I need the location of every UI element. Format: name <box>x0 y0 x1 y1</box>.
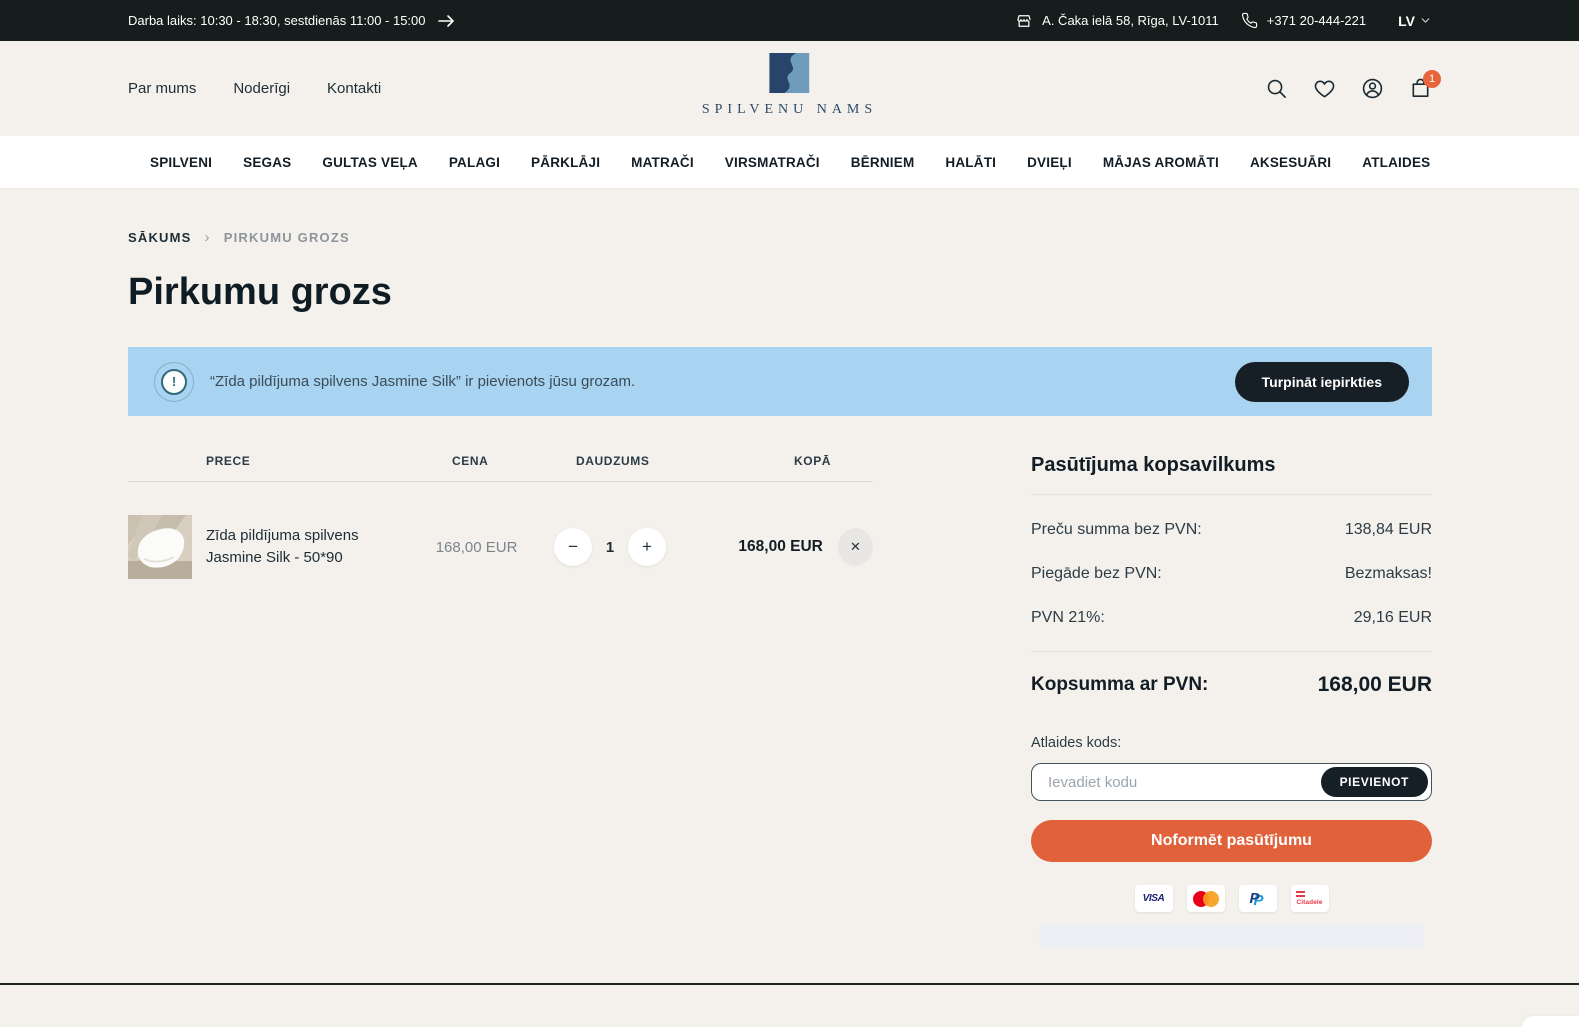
nav-item-halati[interactable]: HALĀTI <box>945 155 996 170</box>
total-value: 168,00 EUR <box>1318 673 1432 697</box>
wishlist-heart-icon[interactable] <box>1313 77 1336 100</box>
summary-row-subtotal: Preču summa bez PVN: 138,84 EUR <box>1031 521 1432 539</box>
store-address[interactable]: A. Čaka ielā 58, Rīga, LV-1011 <box>1015 12 1219 30</box>
cart-count-badge: 1 <box>1423 70 1441 88</box>
info-icon: ! <box>154 362 194 402</box>
checkout-button[interactable]: Noformēt pasūtījumu <box>1031 820 1432 862</box>
continue-shopping-button[interactable]: Turpināt iepirkties <box>1235 362 1409 402</box>
order-summary: Pasūtījuma kopsavilkums Preču summa bez … <box>1031 454 1432 949</box>
topbar-right: A. Čaka ielā 58, Rīga, LV-1011 +371 20-4… <box>1015 12 1432 30</box>
product-name[interactable]: Zīda pildījuma spilvens Jasmine Silk - 5… <box>206 525 406 570</box>
total-label: Kopsumma ar PVN: <box>1031 674 1208 696</box>
summary-row-vat: PVN 21%: 29,16 EUR <box>1031 609 1432 627</box>
divider <box>1031 494 1432 495</box>
site-logo[interactable]: SPILVENU NAMS <box>702 53 877 118</box>
quantity-stepper: − 1 + <box>554 528 666 566</box>
nav-item-berniem[interactable]: BĒRNIEM <box>851 155 915 170</box>
arrow-right-icon <box>438 14 455 28</box>
summary-value: 138,84 EUR <box>1345 521 1432 539</box>
header-icons: 1 <box>1265 77 1432 100</box>
nav-item-gultas-vela[interactable]: GULTAS VEĻA <box>322 155 417 170</box>
logo-mark-icon <box>770 53 810 93</box>
working-hours-text: Darba laiks: 10:30 - 18:30, sestdienās 1… <box>128 13 426 28</box>
nav-item-matraci[interactable]: MATRAČI <box>631 155 694 170</box>
quantity-decrease-button[interactable]: − <box>554 528 592 566</box>
mastercard-icon <box>1187 885 1225 912</box>
quantity-increase-button[interactable]: + <box>628 528 666 566</box>
quantity-value: 1 <box>606 539 614 556</box>
col-header-product: PRECE <box>206 454 452 468</box>
nav-item-parklaji[interactable]: PĀRKLĀJI <box>531 155 600 170</box>
breadcrumb-chevron-icon: › <box>205 229 211 246</box>
promo-apply-button[interactable]: PIEVIENOT <box>1321 767 1428 797</box>
remove-item-button[interactable]: ✕ <box>838 528 873 566</box>
summary-value: Bezmaksas! <box>1345 565 1432 583</box>
nav-item-segas[interactable]: SEGAS <box>243 155 291 170</box>
header-link-noderigi[interactable]: Noderīgi <box>233 80 290 97</box>
breadcrumb-home[interactable]: SĀKUMS <box>128 230 192 245</box>
citadele-icon: Citadele <box>1291 885 1329 912</box>
chevron-down-icon <box>1419 14 1432 27</box>
banner-message: “Zīda pildījuma spilvens Jasmine Silk” i… <box>210 373 635 390</box>
promo-code-label: Atlaides kods: <box>1031 735 1432 751</box>
working-hours-link[interactable]: Darba laiks: 10:30 - 18:30, sestdienās 1… <box>128 13 455 28</box>
summary-label: PVN 21%: <box>1031 609 1105 627</box>
page-title: Pirkumu grozs <box>128 271 1432 314</box>
paypal-icon: PP <box>1239 885 1277 912</box>
divider <box>1031 651 1432 652</box>
summary-value: 29,16 EUR <box>1354 609 1432 627</box>
search-icon[interactable] <box>1265 77 1288 100</box>
cart-section: PRECE CENA DAUDZUMS KOPĀ <box>128 454 1432 949</box>
cart-table-header: PRECE CENA DAUDZUMS KOPĀ <box>128 454 873 482</box>
summary-placeholder-bar <box>1039 924 1423 949</box>
corner-widget[interactable] <box>1522 1016 1579 1027</box>
nav-item-spilveni[interactable]: SPILVENI <box>150 155 212 170</box>
col-header-total: KOPĀ <box>794 454 854 468</box>
header-link-par-mums[interactable]: Par mums <box>128 80 196 97</box>
nav-item-dvieli[interactable]: DVIEĻI <box>1027 155 1072 170</box>
breadcrumb-current: PIRKUMU GROZS <box>224 230 350 245</box>
breadcrumb: SĀKUMS › PIRKUMU GROZS <box>128 229 1432 246</box>
logo-title: SPILVENU NAMS <box>702 102 877 118</box>
nav-item-aksesuari[interactable]: AKSESUĀRI <box>1250 155 1331 170</box>
product-unit-price: 168,00 EUR <box>436 539 528 556</box>
language-selector[interactable]: LV <box>1398 13 1432 29</box>
language-code: LV <box>1398 13 1415 29</box>
account-icon[interactable] <box>1361 77 1384 100</box>
header-links: Par mums Noderīgi Kontakti <box>128 80 381 97</box>
nav-item-virsmatraci[interactable]: VIRSMATRAČI <box>725 155 820 170</box>
store-address-text: A. Čaka ielā 58, Rīga, LV-1011 <box>1042 13 1219 28</box>
main-navigation: SPILVENI SEGAS GULTAS VEĻA PALAGI PĀRKLĀ… <box>0 136 1579 189</box>
summary-row-shipping: Piegāde bez PVN: Bezmaksas! <box>1031 565 1432 583</box>
added-to-cart-banner: ! “Zīda pildījuma spilvens Jasmine Silk”… <box>128 347 1432 416</box>
cart-bag-icon[interactable]: 1 <box>1409 77 1432 100</box>
cart-item-row: Zīda pildījuma spilvens Jasmine Silk - 5… <box>128 482 873 579</box>
summary-title: Pasūtījuma kopsavilkums <box>1031 454 1432 477</box>
payment-methods: VISA PP Citadele <box>1031 885 1432 912</box>
summary-total-row: Kopsumma ar PVN: 168,00 EUR <box>1031 673 1432 697</box>
store-icon <box>1015 12 1033 30</box>
nav-item-majas-aromati[interactable]: MĀJAS AROMĀTI <box>1103 155 1219 170</box>
nav-item-palagi[interactable]: PALAGI <box>449 155 500 170</box>
phone-link[interactable]: +371 20-444-221 <box>1241 12 1366 29</box>
product-image[interactable] <box>128 515 192 579</box>
col-header-quantity: DAUDZUMS <box>576 454 794 468</box>
summary-label: Piegāde bez PVN: <box>1031 565 1162 583</box>
cart-table: PRECE CENA DAUDZUMS KOPĀ <box>128 454 873 949</box>
footer-top-border <box>0 983 1579 985</box>
summary-label: Preču summa bez PVN: <box>1031 521 1202 539</box>
col-header-price: CENA <box>452 454 576 468</box>
phone-icon <box>1241 12 1258 29</box>
promo-code-box: PIEVIENOT <box>1031 763 1432 801</box>
visa-icon: VISA <box>1135 885 1173 912</box>
header: Par mums Noderīgi Kontakti SPILVENU NAMS… <box>0 41 1579 136</box>
topbar: Darba laiks: 10:30 - 18:30, sestdienās 1… <box>0 0 1579 41</box>
phone-number: +371 20-444-221 <box>1267 13 1366 28</box>
product-line-total: 168,00 EUR <box>711 538 823 556</box>
nav-item-atlaides[interactable]: ATLAIDES <box>1362 155 1430 170</box>
header-link-kontakti[interactable]: Kontakti <box>327 80 381 97</box>
